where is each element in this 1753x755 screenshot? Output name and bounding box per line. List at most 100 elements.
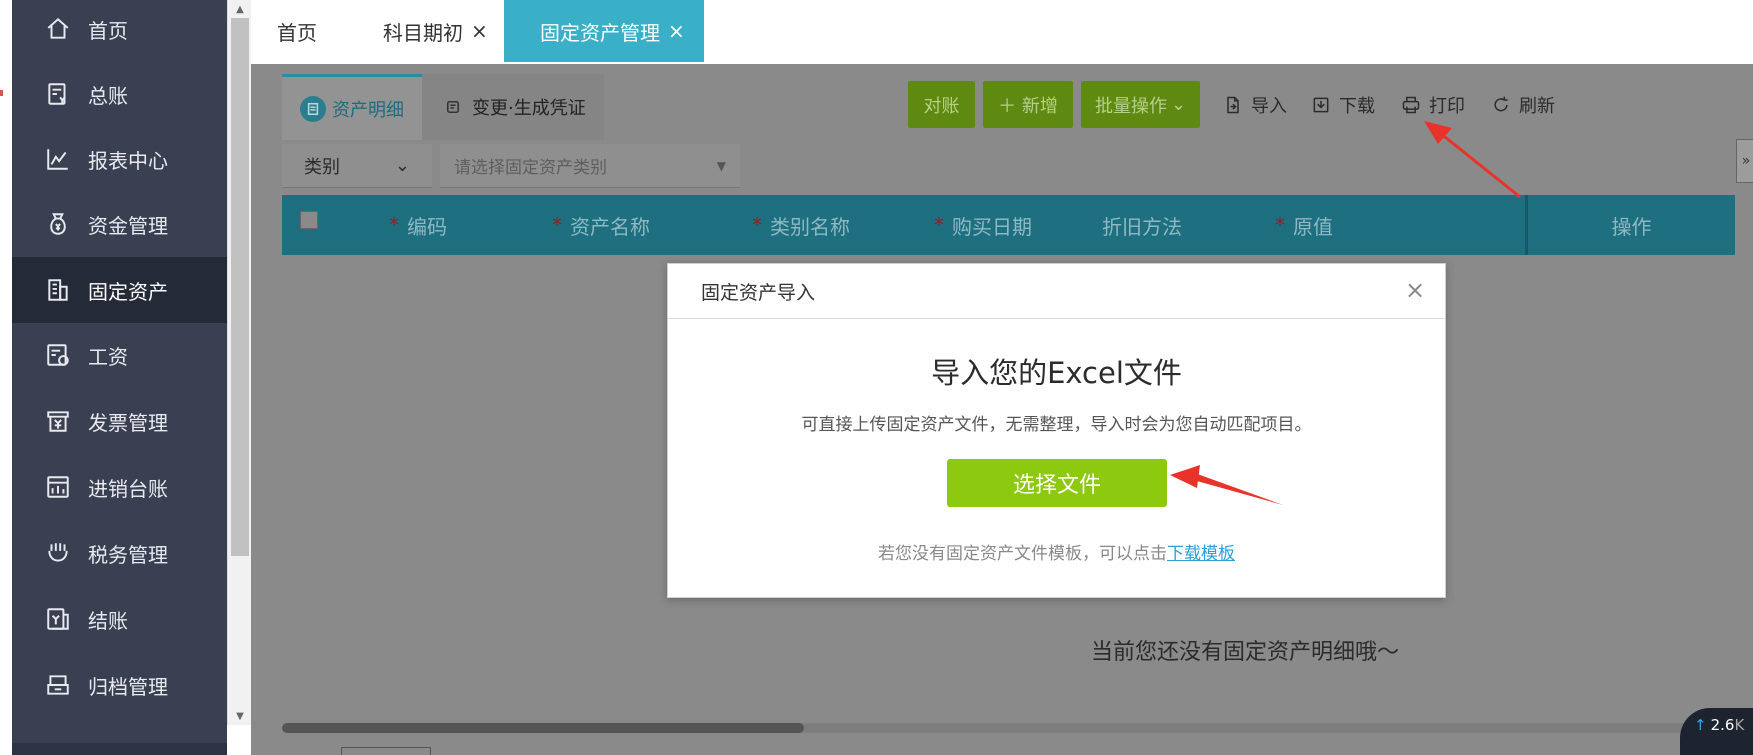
- caret-down-icon: ▼: [716, 158, 726, 173]
- column-label: 类别名称: [770, 214, 850, 239]
- column-header[interactable]: * 编码: [389, 195, 447, 255]
- import-label: 导入: [1251, 95, 1287, 117]
- inventory-icon: [44, 473, 72, 501]
- required-mark: *: [389, 213, 399, 237]
- sidebar-item-fixed-assets[interactable]: 固定资产: [12, 257, 227, 323]
- home-icon: [44, 15, 72, 43]
- add-button[interactable]: ＋ 新增: [983, 81, 1073, 128]
- table-header: * 编码 * 资产名称 * 类别名称 * 购买日期 折旧方法 * 原值 操作: [282, 195, 1735, 255]
- sidebar-item-salary[interactable]: 工资: [12, 322, 227, 388]
- choose-file-button[interactable]: 选择文件: [947, 459, 1167, 507]
- sidebar-item-archive[interactable]: 归档管理: [12, 652, 227, 718]
- import-modal: 固定资产导入 × 导入您的Excel文件 可直接上传固定资产文件，无需整理，导入…: [667, 263, 1446, 598]
- table-hscroll-thumb[interactable]: [282, 723, 804, 733]
- sidebar-item-funds[interactable]: 资金管理: [12, 191, 227, 257]
- close-icon[interactable]: ×: [1401, 276, 1429, 304]
- batch-operation-button[interactable]: 批量操作 ⌄: [1081, 81, 1200, 128]
- scroll-up-icon[interactable]: ▲: [228, 0, 252, 18]
- select-all-checkbox[interactable]: [300, 211, 318, 229]
- tab-fixed-asset-management[interactable]: 固定资产管理 ×: [504, 0, 704, 62]
- sidebar-item-home[interactable]: 首页: [12, 0, 227, 62]
- column-header[interactable]: * 原值: [1275, 195, 1333, 255]
- sub-tabs: 资产明细 变更·生成凭证: [282, 74, 604, 140]
- sidebar-item-ledger[interactable]: 总账: [12, 61, 227, 127]
- sidebar: 首页 总账 报表中心 资金管理 固定资产 工资 发票管理 进销台账 税务管理 结…: [12, 0, 227, 755]
- refresh-icon: [1494, 96, 1508, 111]
- sidebar-item-inventory[interactable]: 进销台账: [12, 454, 227, 520]
- print-label: 打印: [1429, 95, 1465, 117]
- annotation-mark: [0, 90, 3, 96]
- app-root: 首页 总账 报表中心 资金管理 固定资产 工资 发票管理 进销台账 税务管理 结…: [0, 0, 1753, 755]
- required-mark: *: [934, 213, 944, 237]
- column-header[interactable]: * 购买日期: [934, 195, 1032, 255]
- modal-description: 可直接上传固定资产文件，无需整理，导入时会为您自动匹配项目。: [801, 415, 1312, 435]
- network-speed-badge: ↑ 2.6K: [1680, 708, 1753, 755]
- sidebar-item-label: 固定资产: [88, 279, 168, 304]
- building-icon: [44, 276, 72, 304]
- sidebar-item-invoice[interactable]: 发票管理: [12, 388, 227, 454]
- column-header[interactable]: 折旧方法: [1102, 195, 1182, 255]
- money-bag-icon: [44, 210, 72, 238]
- tab-home[interactable]: 首页: [251, 0, 351, 62]
- sidebar-item-label: 结账: [88, 608, 128, 633]
- footer-text: 若您没有固定资产文件模板，可以点击: [878, 544, 1167, 564]
- column-label: 购买日期: [952, 214, 1032, 239]
- reconcile-button[interactable]: 对账: [908, 81, 975, 128]
- sidebar-footer: [12, 743, 227, 755]
- chevron-down-icon: ⌄: [1170, 94, 1187, 115]
- download-template-link[interactable]: 下载模板: [1167, 544, 1235, 564]
- column-label: 资产名称: [570, 214, 650, 239]
- column-header[interactable]: * 类别名称: [752, 195, 850, 255]
- sidebar-item-label: 发票管理: [88, 410, 168, 435]
- required-mark: *: [552, 213, 562, 237]
- import-button[interactable]: 导入: [1223, 81, 1287, 128]
- download-label: 下载: [1339, 95, 1375, 117]
- modal-title: 导入您的Excel文件: [931, 356, 1182, 390]
- arrow-up-icon: ↑: [1694, 716, 1707, 734]
- sidebar-item-closing[interactable]: 结账: [12, 586, 227, 652]
- tab-label: 科目期初: [383, 20, 463, 45]
- invoice-icon: [44, 407, 72, 435]
- import-icon: [1227, 96, 1239, 113]
- category-type-select[interactable]: 类别 ⌄: [282, 144, 432, 188]
- archive-icon: [44, 671, 72, 699]
- ledger-icon: [44, 80, 72, 108]
- refresh-button[interactable]: 刷新: [1491, 81, 1555, 128]
- print-icon: [1402, 96, 1420, 113]
- category-select[interactable]: 请选择固定资产类别 ▼: [440, 144, 740, 188]
- chevron-down-icon: ⌄: [394, 155, 410, 176]
- subtab-asset-detail[interactable]: 资产明细: [282, 74, 422, 140]
- sidebar-item-label: 税务管理: [88, 542, 168, 567]
- subtab-change-voucher[interactable]: 变更·生成凭证: [422, 74, 604, 140]
- column-header[interactable]: * 资产名称: [552, 195, 650, 255]
- modal-footer: 若您没有固定资产文件模板，可以点击下载模板: [668, 539, 1445, 564]
- sidebar-item-label: 报表中心: [88, 148, 168, 173]
- sidebar-item-label: 归档管理: [88, 674, 168, 699]
- subtab-label: 变更·生成凭证: [472, 98, 586, 119]
- tab-label: 固定资产管理: [540, 20, 660, 45]
- collapse-panel-button[interactable]: »: [1736, 139, 1753, 183]
- column-header-operations: 操作: [1525, 195, 1735, 255]
- download-icon: [1313, 97, 1329, 112]
- required-mark: *: [1275, 213, 1285, 237]
- sidebar-item-label: 工资: [88, 344, 128, 369]
- sidebar-scrollbar[interactable]: ▲ ▼: [227, 0, 251, 725]
- scroll-down-icon[interactable]: ▼: [228, 707, 252, 725]
- subtab-label: 资产明细: [332, 99, 404, 121]
- close-icon[interactable]: ×: [471, 19, 488, 43]
- modal-header-title: 固定资产导入: [701, 281, 816, 304]
- voucher-icon: [440, 94, 466, 120]
- speed-unit: K: [1734, 716, 1745, 734]
- sidebar-item-reports[interactable]: 报表中心: [12, 126, 227, 192]
- close-icon[interactable]: ×: [668, 19, 685, 43]
- closing-icon: [44, 605, 72, 633]
- pager-box[interactable]: [341, 747, 431, 755]
- category-type-label: 类别: [304, 156, 340, 178]
- refresh-label: 刷新: [1519, 95, 1555, 117]
- download-button[interactable]: 下载: [1311, 81, 1375, 128]
- tax-icon: [44, 539, 72, 567]
- print-button[interactable]: 打印: [1401, 81, 1465, 128]
- sidebar-item-tax[interactable]: 税务管理: [12, 520, 227, 586]
- column-label: 编码: [407, 214, 447, 239]
- scrollbar-thumb[interactable]: [231, 18, 249, 556]
